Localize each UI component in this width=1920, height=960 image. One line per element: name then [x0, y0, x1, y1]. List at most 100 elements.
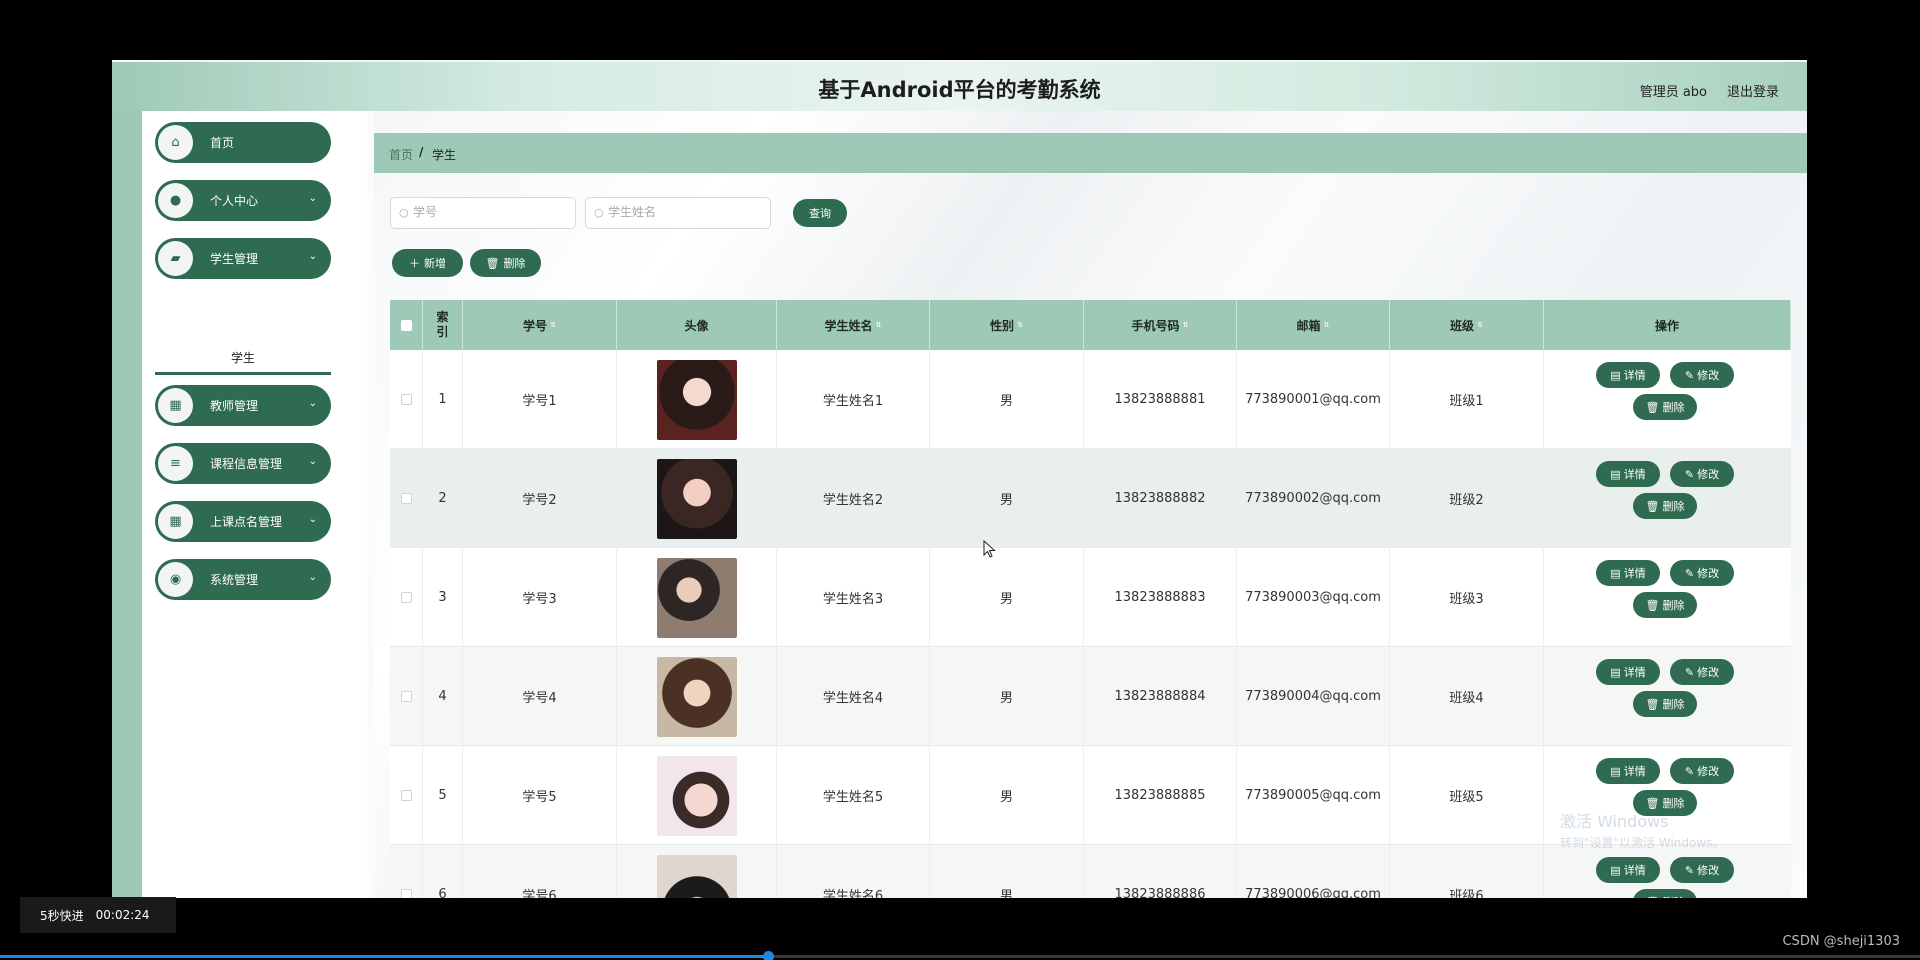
cell-phone: 13823888886 [1084, 845, 1237, 898]
breadcrumb-home[interactable]: 首页 [389, 146, 413, 163]
sort-icon[interactable]: ⇅ [1017, 321, 1023, 329]
detail-button[interactable]: ▤ 详情 [1596, 461, 1660, 487]
delete-button[interactable]: 🗑删除 [1633, 592, 1697, 618]
avatar-cell [617, 746, 777, 845]
sidebar-item-2[interactable]: ▰ 学生管理 ⌄ [155, 238, 331, 279]
column-header: 索引 [423, 300, 463, 350]
edit-icon: ✎ [1684, 764, 1695, 778]
edit-button[interactable]: ✎ 修改 [1670, 659, 1734, 685]
cell-phone: 13823888884 [1084, 647, 1237, 746]
edit-button[interactable]: ✎ 修改 [1670, 560, 1734, 586]
row-checkbox[interactable] [400, 889, 412, 898]
detail-button[interactable]: ▤ 详情 [1596, 659, 1660, 685]
sort-icon[interactable]: ⇅ [1477, 321, 1483, 329]
edit-icon: ✎ [1684, 368, 1695, 382]
sidebar-item-3[interactable]: ▦ 教师管理 ⌄ [155, 385, 331, 426]
trash-icon: 🗑 [1645, 499, 1660, 513]
cell-value: 6 [438, 887, 447, 898]
row-checkbox[interactable] [400, 592, 412, 603]
screen: 基于Android平台的考勤系统 管理员 abo 退出登录 ⌂ 首页 ● 个人中心 ⌄ ▰… [0, 0, 1920, 960]
trash-icon: 🗑 [1645, 598, 1660, 612]
user-icon: ● [158, 183, 193, 218]
sidebar-item-0[interactable]: ⌂ 首页 [155, 122, 331, 163]
sort-icon[interactable]: ⇅ [876, 321, 882, 329]
query-button[interactable]: 查询 [793, 199, 847, 227]
delete-button[interactable]: 🗑删除 [1633, 394, 1697, 420]
edit-button[interactable]: ✎ 修改 [1670, 461, 1734, 487]
avatar [656, 458, 737, 539]
logout-link[interactable]: 退出登录 [1727, 81, 1779, 100]
table-row[interactable]: 3 学号3 学生姓名3 男 13823888883 773890003@qq.com 班级3… [390, 548, 1791, 647]
column-header-label: 操作 [1654, 318, 1679, 333]
add-button[interactable]: ＋ 新增 [392, 249, 463, 277]
cell-student_id: 学号4 [463, 647, 617, 746]
sidebar-item-1[interactable]: ● 个人中心 ⌄ [155, 180, 331, 221]
cell-value: 773890004@qq.com [1245, 689, 1381, 704]
table-row[interactable]: 2 学号2 学生姓名2 男 13823888882 773890002@qq.com 班级2… [390, 449, 1791, 548]
windows-activation-watermark: 激活 Windows 转到"设置"以激活 Windows。 [1560, 808, 1800, 868]
cell-value: 学生姓名6 [822, 889, 884, 898]
cell-phone: 13823888885 [1084, 746, 1237, 845]
cell-student_id: 学号6 [463, 845, 617, 898]
cell-value: 班级2 [1449, 493, 1484, 508]
column-header: 操作 [1544, 300, 1791, 350]
edit-icon: ✎ [1684, 566, 1695, 580]
chevron-down-icon: ⌄ [308, 456, 317, 467]
home-icon: ⌂ [158, 125, 193, 160]
watermark-subtitle: 转到"设置"以激活 Windows。 [1560, 836, 1725, 850]
cell-class: 班级2 [1390, 449, 1544, 548]
edit-button[interactable]: ✎ 修改 [1670, 362, 1734, 388]
bulk-delete-button[interactable]: 🗑 删除 [470, 249, 541, 277]
edit-button[interactable]: ✎ 修改 [1670, 758, 1734, 784]
student-name-input[interactable] [608, 205, 758, 219]
progress-knob[interactable] [763, 951, 774, 960]
trash-icon: 🗑 [1645, 697, 1660, 711]
cell-name: 学生姓名5 [777, 746, 930, 845]
app-window: 基于Android平台的考勤系统 管理员 abo 退出登录 ⌂ 首页 ● 个人中心 ⌄ ▰… [112, 60, 1807, 898]
table-row[interactable]: 1 学号1 学生姓名1 男 13823888881 773890001@qq.com 班级1… [390, 350, 1791, 449]
detail-button-label: 详情 [1623, 765, 1646, 778]
cell-value: 13823888882 [1114, 491, 1206, 506]
student-id-search-field[interactable]: ○ [390, 197, 576, 229]
sidebar-item-6[interactable]: ◉ 系统管理 ⌄ [155, 559, 331, 600]
cell-value: 男 [999, 790, 1013, 805]
column-header[interactable]: 学生姓名 ⇅ [777, 300, 930, 350]
table-row[interactable]: 4 学号4 学生姓名4 男 13823888884 773890004@qq.com 班级4… [390, 647, 1791, 746]
delete-button[interactable]: 🗑删除 [1633, 691, 1697, 717]
chevron-down-icon: ⌄ [308, 572, 317, 583]
row-checkbox[interactable] [400, 790, 412, 801]
column-header[interactable]: 邮箱 ⇅ [1237, 300, 1390, 350]
sidebar-item-4[interactable]: ≡ 课程信息管理 ⌄ [155, 443, 331, 484]
skip-forward-label[interactable]: 5秒快进 [40, 907, 84, 924]
column-header[interactable]: 班级 ⇅ [1390, 300, 1544, 350]
cell-value: 13823888884 [1114, 689, 1206, 704]
column-header[interactable]: 性别 ⇅ [930, 300, 1084, 350]
detail-button[interactable]: ▤ 详情 [1596, 560, 1660, 586]
student-name-search-field[interactable]: ○ [585, 197, 771, 229]
delete-button[interactable]: 🗑删除 [1633, 493, 1697, 519]
student-id-input[interactable] [413, 205, 563, 219]
avatar-cell [617, 647, 777, 746]
sort-icon[interactable]: ⇅ [1183, 321, 1189, 329]
avatar [656, 854, 737, 898]
column-header[interactable]: 学号 ⇅ [463, 300, 617, 350]
detail-button[interactable]: ▤ 详情 [1596, 362, 1660, 388]
delete-button[interactable]: 🗑删除 [1633, 889, 1697, 898]
edit-button-label: 修改 [1697, 567, 1720, 580]
sidebar-item-5[interactable]: ▦ 上课点名管理 ⌄ [155, 501, 331, 542]
row-checkbox[interactable] [400, 493, 412, 504]
row-checkbox[interactable] [400, 394, 412, 405]
delete-button-label: 删除 [1662, 401, 1685, 414]
main-content: 首页 / 学生 ○ ○ 查询 ＋ 新增 🗑 删除 [374, 111, 1807, 898]
detail-button[interactable]: ▤ 详情 [1596, 758, 1660, 784]
sort-icon[interactable]: ⇅ [550, 321, 556, 329]
row-actions: ▤详情 ✎修改 🗑删除 [1544, 449, 1791, 548]
cell-value: 2 [438, 491, 447, 506]
select-all-checkbox[interactable] [400, 319, 412, 331]
sort-icon[interactable]: ⇅ [1324, 321, 1330, 329]
sidebar-subitem-student[interactable]: 学生 [155, 345, 331, 375]
cell-value: 4 [438, 689, 447, 704]
column-header[interactable]: 手机号码 ⇅ [1084, 300, 1237, 350]
row-checkbox[interactable] [400, 691, 412, 702]
cell-gender: 男 [930, 449, 1084, 548]
